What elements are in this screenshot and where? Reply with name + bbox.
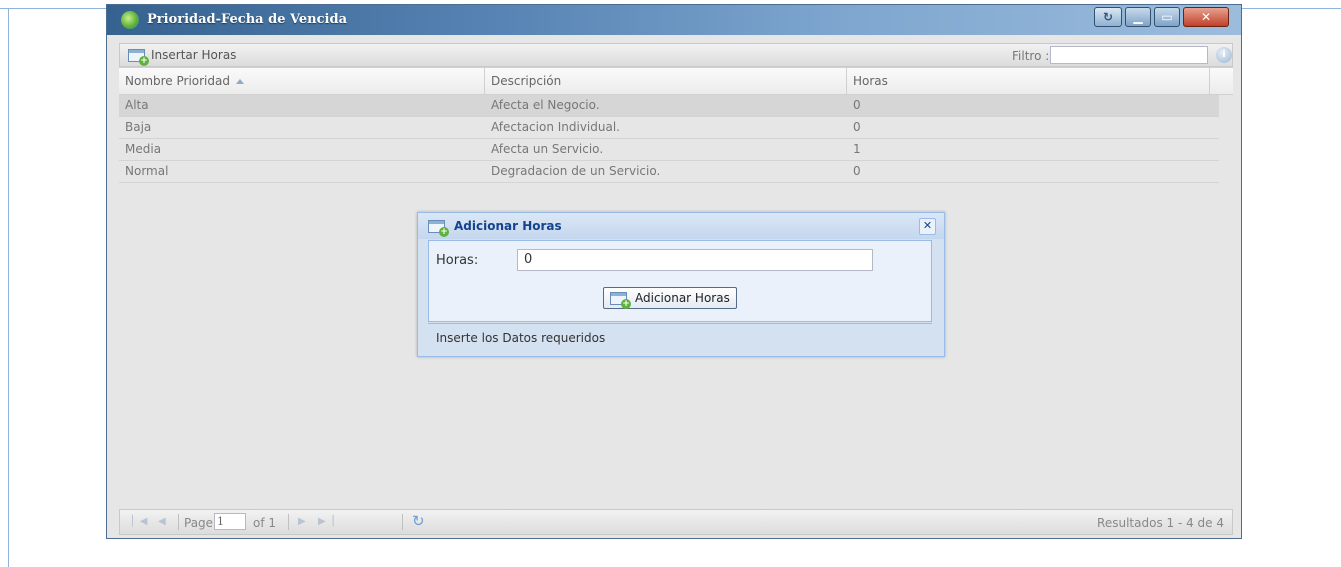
first-page-icon[interactable]: ▏◀ [132, 516, 147, 527]
grid-header: Nombre Prioridad Descripción Horas [119, 67, 1233, 95]
dialog-title: Adicionar Horas [454, 219, 562, 233]
window-controls: ↻ ▁ ▭ ✕ [1094, 7, 1229, 29]
close-dialog-button[interactable]: ✕ [919, 218, 936, 235]
paging-separator [178, 514, 179, 530]
dialog-status-bar: Inserte los Datos requeridos [428, 323, 932, 349]
cell-horas: 0 [853, 98, 861, 112]
dialog-status-text: Inserte los Datos requeridos [436, 331, 606, 345]
hours-input[interactable]: 0 [517, 249, 873, 271]
add-hours-button-label: Adicionar Horas [635, 291, 730, 305]
refresh-icon[interactable]: ↻ [412, 513, 428, 529]
maximize-button[interactable]: ▭ [1154, 7, 1180, 27]
add-hours-button[interactable]: Adicionar Horas [603, 287, 737, 309]
filter-label: Filtro : [1012, 49, 1050, 63]
paging-toolbar: ▏◀ ◀ Page of 1 ▶ ▶▕ ↻ Resultados 1 - 4 d… [119, 509, 1233, 535]
column-header-label: Descripción [491, 74, 562, 88]
column-header-horas[interactable]: Horas [847, 68, 1210, 95]
table-row[interactable]: Normal Degradacion de un Servicio. 0 [119, 161, 1219, 183]
dialog-header[interactable]: Adicionar Horas ✕ [418, 213, 944, 239]
cell-descripcion: Afecta el Negocio. [491, 98, 600, 112]
cell-nombre: Media [125, 142, 162, 156]
cell-nombre: Baja [125, 120, 152, 134]
window-title: Prioridad-Fecha de Vencida [147, 12, 347, 27]
table-row[interactable]: Baja Afectacion Individual. 0 [119, 117, 1219, 139]
cell-descripcion: Afecta un Servicio. [491, 142, 604, 156]
results-count: Resultados 1 - 4 de 4 [1097, 516, 1224, 530]
insert-hours-label: Insertar Horas [151, 48, 237, 62]
column-header-label: Nombre Prioridad [125, 74, 230, 88]
minimize-button[interactable]: ▁ [1125, 7, 1151, 27]
column-header-nombre[interactable]: Nombre Prioridad [119, 68, 485, 95]
sort-asc-icon [235, 79, 244, 84]
add-hours-dialog: Adicionar Horas ✕ Horas: 0 Adicionar Hor… [417, 212, 945, 357]
cell-descripcion: Degradacion de un Servicio. [491, 164, 661, 178]
dialog-form: Horas: 0 Adicionar Horas [428, 240, 932, 322]
cell-horas: 0 [853, 164, 861, 178]
column-header-label: Horas [853, 74, 888, 88]
app-icon [121, 11, 139, 29]
cell-horas: 0 [853, 120, 861, 134]
prev-page-icon[interactable]: ◀ [158, 516, 166, 527]
table-row[interactable]: Alta Afecta el Negocio. 0 [119, 95, 1219, 117]
paging-separator [402, 514, 403, 530]
column-header-descripcion[interactable]: Descripción [485, 68, 847, 95]
next-page-icon[interactable]: ▶ [298, 516, 306, 527]
window-titlebar[interactable]: Prioridad-Fecha de Vencida ↻ ▁ ▭ ✕ [107, 5, 1241, 35]
add-window-icon [610, 291, 631, 309]
cell-descripcion: Afectacion Individual. [491, 120, 620, 134]
table-row[interactable]: Media Afecta un Servicio. 1 [119, 139, 1219, 161]
info-icon[interactable]: i [1216, 47, 1232, 63]
paging-separator [288, 514, 289, 530]
refresh-window-button[interactable]: ↻ [1094, 7, 1122, 27]
page-frame-left [8, 8, 9, 567]
close-window-button[interactable]: ✕ [1183, 7, 1229, 27]
page-count-label: of 1 [253, 516, 277, 530]
page-number-input[interactable] [214, 513, 246, 530]
add-window-icon [128, 48, 149, 66]
grid-toolbar: Insertar Horas Filtro : i [119, 43, 1233, 67]
insert-hours-button[interactable]: Insertar Horas [128, 46, 237, 66]
add-window-icon [428, 220, 449, 237]
last-page-icon[interactable]: ▶▕ [318, 516, 333, 527]
cell-horas: 1 [853, 142, 861, 156]
hours-field-label: Horas: [436, 253, 479, 268]
page-label: Page [184, 516, 214, 530]
cell-nombre: Normal [125, 164, 169, 178]
cell-nombre: Alta [125, 98, 149, 112]
filter-input[interactable] [1050, 46, 1208, 64]
